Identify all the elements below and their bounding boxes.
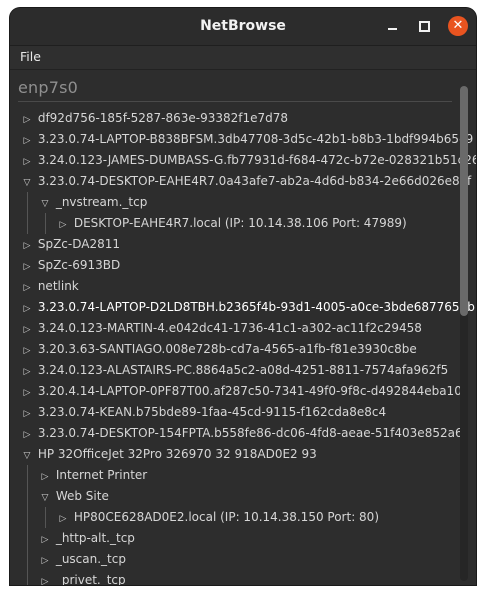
triangle-right-icon[interactable]: ▷ bbox=[20, 383, 34, 404]
triangle-right-icon[interactable]: ▷ bbox=[56, 509, 70, 530]
tree-item[interactable]: ▷ 3.20.4.14-LAPTOP-0PF87T00.af287c50-734… bbox=[20, 381, 462, 402]
tree-guide-line bbox=[27, 465, 28, 585]
triangle-down-icon[interactable]: ▽ bbox=[20, 173, 34, 194]
tree-guide-line bbox=[45, 213, 46, 234]
menu-bar: File bbox=[10, 46, 476, 70]
triangle-down-icon[interactable]: ▽ bbox=[38, 194, 52, 215]
tree-item-label: _nvstream._tcp bbox=[55, 195, 148, 209]
minimize-icon bbox=[387, 27, 397, 30]
browser-panel: enp7s0 ▷ df92d756-185f-5287-863e-93382f1… bbox=[10, 70, 476, 585]
tree-item-label: _privet._tcp bbox=[55, 573, 126, 585]
maximize-button[interactable] bbox=[414, 16, 434, 36]
minimize-button[interactable] bbox=[382, 16, 402, 36]
tree-item[interactable]: ▷ 3.24.0.123-JAMES-DUMBASS-G.fb77931d-f6… bbox=[20, 150, 476, 171]
tree-item[interactable]: ▷ Internet Printer bbox=[38, 465, 148, 488]
tree-item-label: HP 32OfficeJet 32Pro 326970 32 918AD0E2 … bbox=[37, 447, 317, 461]
triangle-right-icon[interactable]: ▷ bbox=[20, 278, 34, 299]
tree-guide-line bbox=[45, 507, 46, 528]
tree-item[interactable]: ▷ HP80CE628AD0E2.local (IP: 10.14.38.150… bbox=[56, 507, 379, 528]
tree-item-label: Web Site bbox=[55, 489, 109, 503]
triangle-right-icon[interactable]: ▷ bbox=[20, 341, 34, 362]
close-icon: ✕ bbox=[452, 18, 464, 33]
triangle-down-icon[interactable]: ▽ bbox=[20, 446, 34, 467]
triangle-right-icon[interactable]: ▷ bbox=[38, 572, 52, 585]
triangle-right-icon[interactable]: ▷ bbox=[20, 404, 34, 425]
tree-item[interactable]: ▽ HP 32OfficeJet 32Pro 326970 32 918AD0E… bbox=[20, 444, 317, 465]
triangle-right-icon[interactable]: ▷ bbox=[20, 110, 34, 131]
tree-item[interactable]: ▷ SpZc-DA2811 bbox=[20, 234, 120, 255]
interface-label: enp7s0 bbox=[18, 78, 79, 97]
menu-file[interactable]: File bbox=[20, 49, 41, 64]
tree-item[interactable]: ▽ Web Site bbox=[38, 486, 109, 507]
tree-item[interactable]: ▷ df92d756-185f-5287-863e-93382f1e7d78 bbox=[20, 108, 289, 131]
tree-item[interactable]: ▷ _uscan._tcp bbox=[38, 549, 126, 570]
tree-item[interactable]: ▽ _nvstream._tcp bbox=[38, 192, 148, 215]
tree-guide-line bbox=[27, 192, 28, 234]
tree-item-label: 3.23.0.74-DESKTOP-154FPTA.b558fe86-dc06-… bbox=[37, 426, 463, 440]
window-title: NetBrowse bbox=[200, 18, 286, 34]
tree-item[interactable]: ▷ 3.24.0.123-MARTIN-4.e042dc41-1736-41c1… bbox=[20, 318, 422, 339]
triangle-right-icon[interactable]: ▷ bbox=[20, 299, 34, 320]
tree-item[interactable]: ▷ 3.23.0.74-KEAN.b75bde89-1faa-45cd-9115… bbox=[20, 402, 387, 425]
tree-item[interactable]: ▷ SpZc-6913BD bbox=[20, 255, 121, 278]
tree-item-label: df92d756-185f-5287-863e-93382f1e7d78 bbox=[37, 111, 289, 125]
tree-item-label: 3.23.0.74-KEAN.b75bde89-1faa-45cd-9115-f… bbox=[37, 405, 387, 419]
tree-item-label: Internet Printer bbox=[55, 468, 148, 482]
vertical-scrollbar[interactable] bbox=[460, 86, 468, 581]
tree-item[interactable]: ▷ 3.24.0.123-ALASTAIRS-PC.8864a5c2-a08d-… bbox=[20, 360, 449, 383]
tree-item[interactable]: ▷ DESKTOP-EAHE4R7.local (IP: 10.14.38.10… bbox=[56, 213, 407, 234]
tree-item-label: 3.20.3.63-SANTIAGO.008e728b-cd7a-4565-a1… bbox=[37, 342, 417, 356]
tree-item-label: 3.24.0.123-JAMES-DUMBASS-G.fb77931d-f684… bbox=[37, 153, 476, 167]
tree-item-label: HP80CE628AD0E2.local (IP: 10.14.38.150 P… bbox=[73, 510, 379, 524]
triangle-right-icon[interactable]: ▷ bbox=[20, 131, 34, 152]
close-button[interactable]: ✕ bbox=[448, 16, 468, 36]
tree-item-label: _uscan._tcp bbox=[55, 552, 126, 566]
divider bbox=[18, 101, 452, 102]
triangle-right-icon[interactable]: ▷ bbox=[20, 362, 34, 383]
tree-item[interactable]: ▷ _privet._tcp bbox=[38, 570, 126, 585]
tree-item-label: SpZc-6913BD bbox=[37, 258, 121, 272]
triangle-right-icon[interactable]: ▷ bbox=[38, 551, 52, 572]
tree-item-label: 3.23.0.74-LAPTOP-B838BFSM.3db47708-3d5c-… bbox=[37, 132, 474, 146]
triangle-right-icon[interactable]: ▷ bbox=[20, 152, 34, 173]
tree-item-label: 3.23.0.74-LAPTOP-D2LD8TBH.b2365f4b-93d1-… bbox=[37, 300, 475, 314]
triangle-right-icon[interactable]: ▷ bbox=[56, 215, 70, 236]
app-window: NetBrowse ✕ File enp7s0 ▷ df92d756-185f-… bbox=[10, 8, 476, 585]
tree-item-label: netlink bbox=[37, 279, 79, 293]
tree-item[interactable]: ▷ _http-alt._tcp bbox=[38, 528, 135, 549]
tree-item-label: 3.23.0.74-DESKTOP-EAHE4R7.0a43afe7-ab2a-… bbox=[37, 174, 472, 188]
tree-item[interactable]: ▷ netlink bbox=[20, 276, 79, 297]
tree-item-label: DESKTOP-EAHE4R7.local (IP: 10.14.38.106 … bbox=[73, 216, 407, 230]
maximize-icon bbox=[418, 20, 430, 32]
triangle-right-icon[interactable]: ▷ bbox=[38, 467, 52, 488]
tree-item[interactable]: ▷ 3.20.3.63-SANTIAGO.008e728b-cd7a-4565-… bbox=[20, 339, 417, 360]
tree-item-label: 3.20.4.14-LAPTOP-0PF87T00.af287c50-7341-… bbox=[37, 384, 462, 398]
triangle-right-icon[interactable]: ▷ bbox=[20, 257, 34, 278]
triangle-right-icon[interactable]: ▷ bbox=[20, 320, 34, 341]
triangle-right-icon[interactable]: ▷ bbox=[20, 236, 34, 257]
scrollbar-thumb[interactable] bbox=[460, 86, 468, 316]
triangle-right-icon[interactable]: ▷ bbox=[20, 425, 34, 446]
tree-item-label: 3.24.0.123-ALASTAIRS-PC.8864a5c2-a08d-42… bbox=[37, 363, 449, 377]
tree-item[interactable]: ▷ 3.23.0.74-LAPTOP-B838BFSM.3db47708-3d5… bbox=[20, 129, 474, 152]
triangle-down-icon[interactable]: ▽ bbox=[38, 488, 52, 509]
triangle-right-icon[interactable]: ▷ bbox=[38, 530, 52, 551]
tree-item[interactable]: ▽ 3.23.0.74-DESKTOP-EAHE4R7.0a43afe7-ab2… bbox=[20, 171, 472, 194]
title-bar[interactable]: NetBrowse ✕ bbox=[10, 8, 476, 46]
tree-item-label: SpZc-DA2811 bbox=[37, 237, 120, 251]
tree-item[interactable]: ▷ 3.23.0.74-DESKTOP-154FPTA.b558fe86-dc0… bbox=[20, 423, 463, 444]
tree-item-label: _http-alt._tcp bbox=[55, 531, 135, 545]
tree-item[interactable]: ▷ 3.23.0.74-LAPTOP-D2LD8TBH.b2365f4b-93d… bbox=[20, 297, 475, 318]
tree-item-label: 3.24.0.123-MARTIN-4.e042dc41-1736-41c1-a… bbox=[37, 321, 422, 335]
